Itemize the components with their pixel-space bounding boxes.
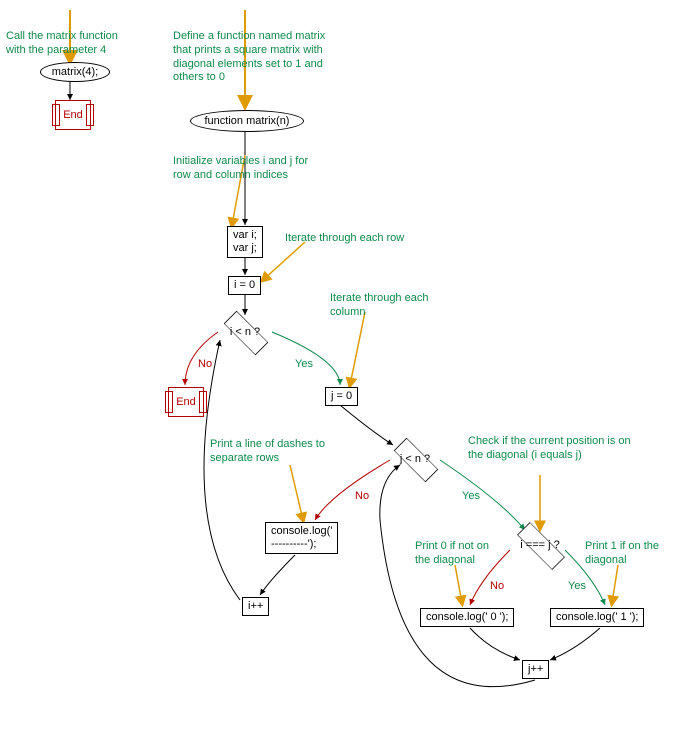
comment-print1: Print 1 if on the diagonal: [585, 540, 670, 568]
edge-j-cond-no: No: [355, 490, 369, 502]
edge-ij-cond-yes: Yes: [568, 580, 586, 592]
node-j-init: j = 0: [325, 387, 358, 406]
node-end-right-label: End: [176, 396, 196, 408]
node-j-cond-label: j < n ?: [400, 453, 430, 465]
node-log-dashes: console.log(' ----------');: [265, 522, 338, 554]
comment-iter-row: Iterate through each row: [285, 232, 435, 246]
node-i-init: i = 0: [228, 276, 261, 295]
node-end-left: End: [55, 100, 91, 130]
comment-print-dashes: Print a line of dashes to separate rows: [210, 438, 355, 466]
comment-define-func: Define a function named matrix that prin…: [173, 30, 328, 85]
node-i-inc: i++: [242, 597, 269, 616]
edge-j-cond-yes: Yes: [462, 490, 480, 502]
node-i-cond: i < n ?: [218, 315, 272, 349]
comment-call-matrix: Call the matrix function with the parame…: [6, 30, 136, 58]
node-end-right: End: [168, 387, 204, 417]
comment-print0: Print 0 if not on the diagonal: [415, 540, 505, 568]
node-function-matrix-label: function matrix(n): [205, 115, 290, 127]
connector-lines: [0, 0, 674, 740]
comment-iter-col: Iterate through each column: [330, 292, 445, 320]
node-call-matrix: matrix(4);: [40, 62, 110, 82]
edge-i-cond-yes: Yes: [295, 358, 313, 370]
node-var-decl: var i; var j;: [227, 226, 263, 258]
node-log0: console.log(' 0 ');: [420, 608, 514, 627]
node-j-inc: j++: [522, 660, 549, 679]
node-j-cond: j < n ?: [388, 442, 442, 476]
flowchart-canvas: Call the matrix function with the parame…: [0, 0, 674, 740]
node-ij-cond: i === j ?: [510, 528, 570, 562]
comment-init-vars: Initialize variables i and j for row and…: [173, 155, 318, 183]
node-function-matrix: function matrix(n): [190, 110, 304, 132]
edge-i-cond-no: No: [198, 358, 212, 370]
node-log1: console.log(' 1 ');: [550, 608, 644, 627]
node-call-matrix-label: matrix(4);: [52, 66, 98, 78]
node-i-cond-label: i < n ?: [230, 326, 260, 338]
comment-check-diag: Check if the current position is on the …: [468, 435, 638, 463]
edge-ij-cond-no: No: [490, 580, 504, 592]
node-ij-cond-label: i === j ?: [520, 539, 559, 551]
node-end-left-label: End: [63, 109, 83, 121]
